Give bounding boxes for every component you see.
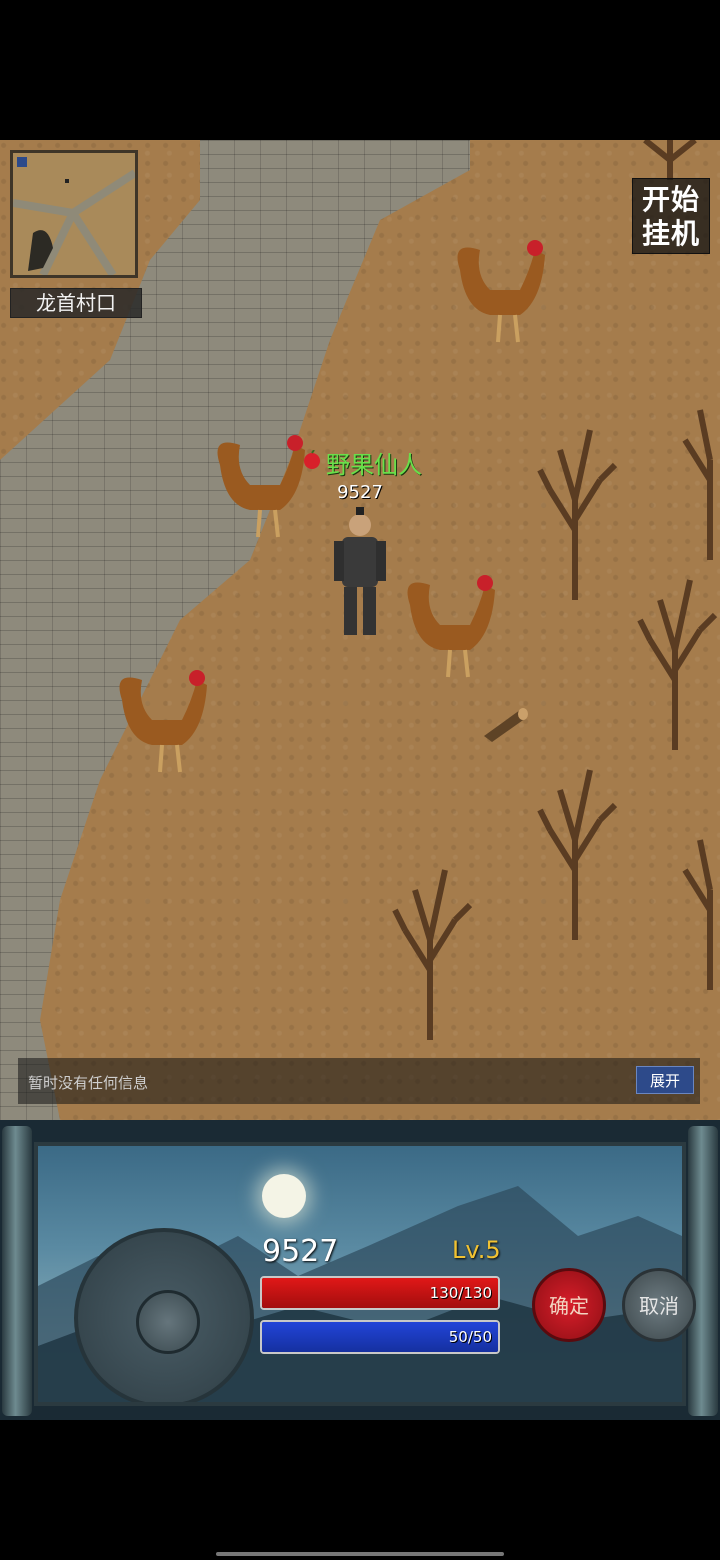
hp-bar: 130/130 <box>260 1276 500 1310</box>
scroll-roller-left <box>2 1126 32 1416</box>
home-indicator[interactable] <box>216 1552 504 1556</box>
bare-tree <box>643 140 697 180</box>
wood-log-item[interactable] <box>480 702 530 744</box>
scroll-roller-right <box>688 1126 718 1416</box>
game-screen: 野果仙人 9527 龙首村口 开始挂机 暂时没有任何信息 展开 9527 Lv.… <box>0 0 720 1560</box>
message-bar: 暂时没有任何信息 展开 <box>18 1058 700 1104</box>
player-name-label: 9527 <box>337 482 383 503</box>
rooster-monster[interactable] <box>400 565 500 685</box>
rooster-monster[interactable] <box>210 425 310 545</box>
message-text: 暂时没有任何信息 <box>28 1074 149 1092</box>
control-panel: 9527 Lv.5 130/130 50/50 确定 取消 <box>0 1120 720 1420</box>
auto-battle-button[interactable]: 开始挂机 <box>632 178 710 254</box>
mp-bar: 50/50 <box>260 1320 500 1354</box>
game-map[interactable]: 野果仙人 9527 龙首村口 开始挂机 暂时没有任何信息 展开 <box>0 140 720 1120</box>
joystick-knob[interactable] <box>136 1290 200 1354</box>
location-name: 龙首村口 <box>10 288 142 318</box>
player-character[interactable] <box>328 505 392 640</box>
expand-button[interactable]: 展开 <box>636 1066 694 1094</box>
mp-text: 50/50 <box>448 1328 492 1346</box>
bare-tree <box>682 839 713 990</box>
rooster-monster[interactable] <box>450 230 550 350</box>
bare-tree <box>537 429 618 600</box>
cancel-button[interactable]: 取消 <box>622 1268 696 1342</box>
player-level: Lv.5 <box>452 1236 501 1264</box>
bare-tree <box>537 769 618 940</box>
hp-text: 130/130 <box>429 1284 492 1302</box>
minimap[interactable] <box>10 150 138 278</box>
virtual-joystick[interactable] <box>74 1228 254 1402</box>
npc-name-label[interactable]: 野果仙人 <box>300 445 422 480</box>
bare-tree <box>637 579 718 750</box>
rooster-monster[interactable] <box>112 660 212 780</box>
bare-tree <box>682 409 713 560</box>
npc-name-text: 野果仙人 <box>326 451 422 479</box>
confirm-button[interactable]: 确定 <box>532 1268 606 1342</box>
bare-tree <box>392 869 473 1040</box>
player-name-display: 9527 <box>262 1234 339 1269</box>
